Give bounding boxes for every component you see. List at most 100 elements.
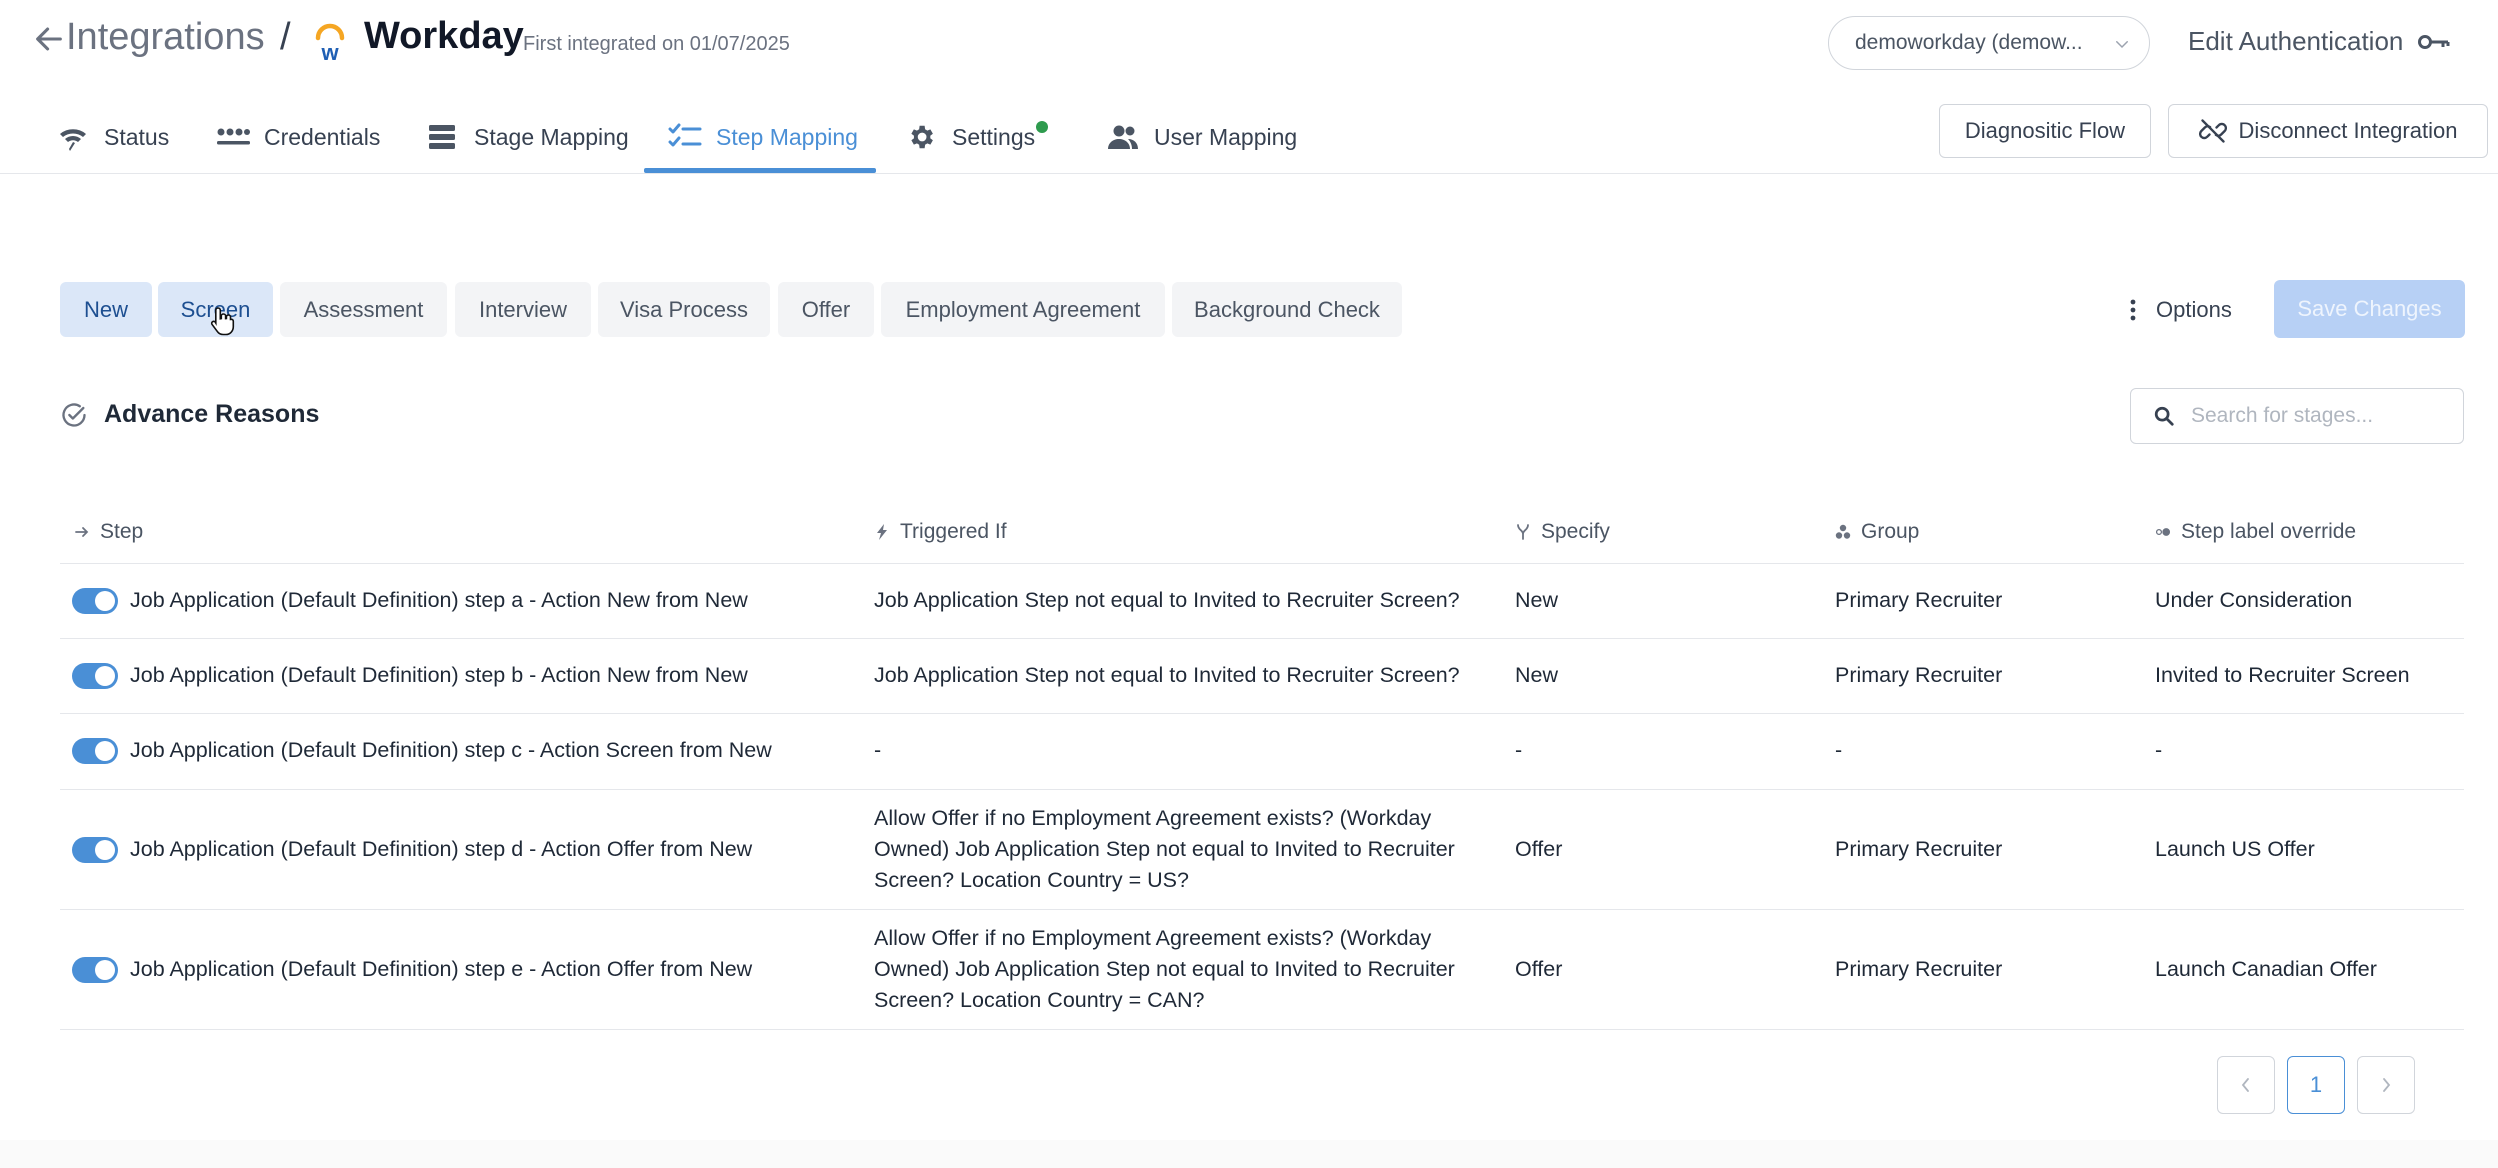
stage-pill-screen[interactable]: Screen (158, 282, 273, 337)
tab-status-label: Status (104, 123, 170, 150)
triggered-if-cell: Allow Offer if no Employment Agreement e… (874, 926, 1455, 1012)
group-icon (1835, 524, 1851, 539)
lightning-icon (877, 524, 887, 540)
svg-text:w: w (320, 40, 339, 62)
step-cell: Job Application (Default Definition) ste… (130, 957, 753, 981)
tab-user-mapping-label: User Mapping (1154, 123, 1298, 150)
stage-pill-screen-label: Screen (180, 296, 251, 322)
specify-cell: New (1515, 588, 1559, 612)
arrow-right-icon (75, 527, 89, 537)
triggered-if-cell: Job Application Step not equal to Invite… (874, 588, 1460, 612)
diagnostic-flow-button[interactable]: Diagnositic Flow (1939, 104, 2151, 158)
stage-pill-background-check[interactable]: Background Check (1172, 282, 1402, 337)
stage-pill-new-label: New (83, 296, 128, 322)
triggered-if-cell: - (874, 738, 882, 762)
chevron-left-icon (2241, 1078, 2249, 1092)
disconnect-integration-label: Disconnect Integration (2238, 118, 2458, 143)
column-header-step-label-override-label: Step label override (2181, 520, 2357, 543)
stage-search-box[interactable] (2130, 388, 2464, 444)
tab-step-mapping[interactable]: Step Mapping (668, 100, 858, 174)
group-cell: Primary Recruiter (1835, 837, 2003, 861)
column-header-step-label-override: Step label override (2155, 520, 2356, 544)
edit-authentication-label: Edit Authentication (2188, 26, 2404, 56)
advance-reasons-title: Advance Reasons (104, 400, 320, 428)
row-enabled-toggle[interactable] (72, 738, 118, 764)
stage-pill-assessment-label: Assessment (303, 296, 424, 322)
pagination-prev-button[interactable] (2217, 1056, 2275, 1114)
gear-icon (911, 125, 933, 149)
toggle-knob (95, 840, 115, 860)
tab-user-mapping[interactable]: User Mapping (1106, 100, 1297, 174)
group-cell: Primary Recruiter (1835, 588, 2003, 612)
pagination-next-button[interactable] (2357, 1056, 2415, 1114)
table-row: Job Application (Default Definition) ste… (60, 910, 2464, 1030)
settings-status-dot (1036, 121, 1048, 133)
column-header-step-label: Step (100, 520, 144, 543)
tab-stage-mapping[interactable]: Stage Mapping (426, 100, 629, 174)
stage-search-input[interactable] (2191, 404, 2461, 428)
table-header: Step Triggered If Specify Group Step lab… (60, 506, 2464, 564)
label-override-cell: Invited to Recruiter Screen (2155, 663, 2410, 687)
page-title: Workday (364, 15, 524, 57)
tab-stage-mapping-label: Stage Mapping (474, 123, 629, 150)
table-row: Job Application (Default Definition) ste… (60, 639, 2464, 714)
disconnect-integration-button[interactable]: Disconnect Integration (2168, 104, 2488, 158)
row-enabled-toggle[interactable] (72, 837, 118, 863)
specify-cell: - (1515, 738, 1523, 762)
label-override-cell: Under Consideration (2155, 588, 2353, 612)
group-cell: Primary Recruiter (1835, 663, 2003, 687)
toggle-knob (95, 741, 115, 761)
triggered-if-cell: Job Application Step not equal to Invite… (874, 663, 1460, 687)
table-row: Job Application (Default Definition) ste… (60, 790, 2464, 910)
stage-pill-employment-agreement[interactable]: Employment Agreement (881, 282, 1165, 337)
tab-settings-label: Settings (952, 123, 1036, 150)
tab-settings[interactable]: Settings (904, 100, 1035, 174)
stage-pill-new[interactable]: New (60, 282, 152, 337)
group-cell: - (1835, 738, 1843, 762)
specify-cell: Offer (1515, 957, 1563, 981)
wifi-icon (60, 129, 86, 151)
stage-pill-offer-label: Offer (801, 296, 851, 322)
row-enabled-toggle[interactable] (72, 663, 118, 689)
tab-credentials[interactable]: Credentials (216, 100, 380, 174)
link-off-icon (2198, 119, 2227, 143)
step-cell: Job Application (Default Definition) ste… (130, 663, 748, 687)
stage-pill-assessment[interactable]: Assessment (280, 282, 447, 337)
stage-pill-offer[interactable]: Offer (778, 282, 874, 337)
label-override-cell: Launch US Offer (2155, 837, 2315, 861)
chevron-right-icon (2383, 1078, 2391, 1092)
toggle-knob (95, 960, 115, 980)
kebab-menu-icon (2130, 299, 2136, 320)
check-circle-icon (62, 402, 86, 427)
integrated-date-text: First integrated on 01/07/2025 (523, 33, 790, 55)
tab-status[interactable]: Status (56, 100, 169, 174)
step-cell: Job Application (Default Definition) ste… (130, 738, 772, 762)
column-header-group: Group (1835, 520, 1919, 544)
users-icon (1108, 125, 1138, 149)
account-select[interactable]: demoworkday (demow... (1828, 16, 2150, 70)
back-arrow-icon[interactable] (32, 22, 66, 56)
table-row: Job Application (Default Definition) ste… (60, 564, 2464, 639)
row-enabled-toggle[interactable] (72, 957, 118, 983)
step-cell: Job Application (Default Definition) ste… (130, 837, 753, 861)
triggered-if-cell: Allow Offer if no Employment Agreement e… (874, 806, 1455, 892)
save-changes-button[interactable]: Save Changes (2274, 280, 2465, 338)
stage-pill-visa-process[interactable]: Visa Process (598, 282, 770, 337)
specify-cell: Offer (1515, 837, 1563, 861)
breadcrumb-integrations-link[interactable]: Integrations (66, 16, 265, 59)
edit-authentication-button[interactable]: Edit Authentication (2188, 26, 2451, 57)
fork-icon (1517, 524, 1529, 540)
toggle-dots-icon (2155, 528, 2171, 536)
options-button[interactable]: Options (2128, 282, 2232, 337)
pagination-page-button[interactable]: 1 (2287, 1056, 2345, 1114)
key-icon (2418, 34, 2450, 49)
stack-icon (429, 125, 455, 149)
stage-pill-visa-process-label: Visa Process (620, 296, 748, 322)
breadcrumb-separator: / (280, 16, 291, 58)
row-enabled-toggle[interactable] (72, 588, 118, 614)
group-cell: Primary Recruiter (1835, 957, 2003, 981)
column-header-triggered-if: Triggered If (874, 520, 1007, 544)
tab-step-mapping-label: Step Mapping (716, 123, 858, 150)
account-select-value: demoworkday (demow... (1855, 31, 2083, 54)
stage-pill-interview[interactable]: Interview (455, 282, 591, 337)
